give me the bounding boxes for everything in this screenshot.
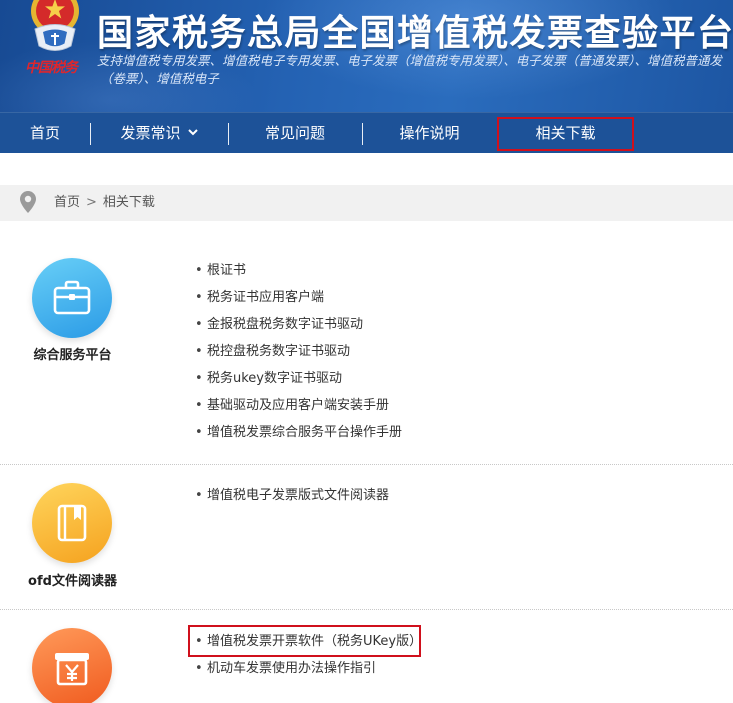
main-nav: 首页 发票常识 常见问题 操作说明 相关下载 xyxy=(0,112,733,153)
chevron-down-icon xyxy=(187,128,198,135)
section-icon xyxy=(32,483,112,563)
nav-item-label: 相关下载 xyxy=(535,124,596,142)
location-pin-icon xyxy=(20,191,36,213)
section-icon xyxy=(32,258,112,338)
invoice-yuan-icon xyxy=(55,653,89,686)
book-icon xyxy=(57,504,87,542)
nav-item-label: 发票常识 xyxy=(120,124,181,142)
download-section-service-platform: 综合服务平台 根证书 税务证书应用客户端 金报税盘税务数字证书驱动 税控盘税务数… xyxy=(0,240,733,465)
logo-text: 中国税务 xyxy=(25,60,78,76)
download-link[interactable]: 增值税电子发票版式文件阅读器 xyxy=(195,482,389,509)
download-link[interactable]: 增值税发票开票软件（税务UKey版） xyxy=(195,628,422,655)
site-header: 中国税务 国家税务总局全国增值税发票查验平台 支持增值税专用发票、增值税电子专用… xyxy=(0,0,733,112)
breadcrumb-trail: 首页 > 相关下载 xyxy=(54,185,155,221)
site-subtitle: （卷票）、增值税电子 xyxy=(100,71,219,86)
breadcrumb-current: 相关下载 xyxy=(102,195,155,210)
download-link[interactable]: 机动车发票使用办法操作指引 xyxy=(195,655,422,682)
download-list: 增值税电子发票版式文件阅读器 xyxy=(195,482,389,509)
download-link[interactable]: 基础驱动及应用客户端安装手册 xyxy=(195,392,402,419)
site-title: 国家税务总局全国增值税发票查验平台 xyxy=(97,12,733,53)
download-section-invoicing-software: 增值税发票开票软件（税务UKey版） 机动车发票使用办法操作指引 xyxy=(0,611,733,703)
download-link[interactable]: 税务ukey数字证书驱动 xyxy=(195,365,402,392)
nav-item-faq[interactable]: 常见问题 xyxy=(228,113,362,154)
briefcase-icon xyxy=(53,280,91,315)
download-link[interactable]: 金报税盘税务数字证书驱动 xyxy=(195,311,402,338)
download-link[interactable]: 增值税发票综合服务平台操作手册 xyxy=(195,419,402,446)
nav-item-label: 首页 xyxy=(29,124,60,142)
download-list: 增值税发票开票软件（税务UKey版） 机动车发票使用办法操作指引 xyxy=(195,628,422,682)
section-label: ofd文件阅读器 xyxy=(28,574,117,589)
nav-item-downloads[interactable]: 相关下载 xyxy=(497,113,634,154)
national-emblem-icon xyxy=(31,0,79,51)
download-link[interactable]: 税控盘税务数字证书驱动 xyxy=(195,338,402,365)
section-icon xyxy=(32,628,112,703)
breadcrumb: 首页 > 相关下载 xyxy=(0,185,733,221)
breadcrumb-separator: > xyxy=(86,195,97,210)
download-list: 根证书 税务证书应用客户端 金报税盘税务数字证书驱动 税控盘税务数字证书驱动 税… xyxy=(195,257,402,446)
section-label: 综合服务平台 xyxy=(33,348,112,363)
nav-item-label: 操作说明 xyxy=(399,124,460,142)
nav-item-invoice-knowledge[interactable]: 发票常识 xyxy=(90,113,228,154)
nav-item-label: 常见问题 xyxy=(264,124,325,142)
nav-item-home[interactable]: 首页 xyxy=(0,113,90,154)
site-subtitle: 支持增值税专用发票、增值税电子专用发票、电子发票（增值税专用发票）、电子发票（普… xyxy=(97,53,723,68)
download-link[interactable]: 税务证书应用客户端 xyxy=(195,284,402,311)
breadcrumb-home-link[interactable]: 首页 xyxy=(54,195,80,210)
download-link[interactable]: 根证书 xyxy=(195,257,402,284)
download-section-ofd-reader: ofd文件阅读器 增值税电子发票版式文件阅读器 xyxy=(0,466,733,610)
download-page: 中国税务 国家税务总局全国增值税发票查验平台 支持增值税专用发票、增值税电子专用… xyxy=(0,0,733,703)
nav-item-instructions[interactable]: 操作说明 xyxy=(362,113,497,154)
